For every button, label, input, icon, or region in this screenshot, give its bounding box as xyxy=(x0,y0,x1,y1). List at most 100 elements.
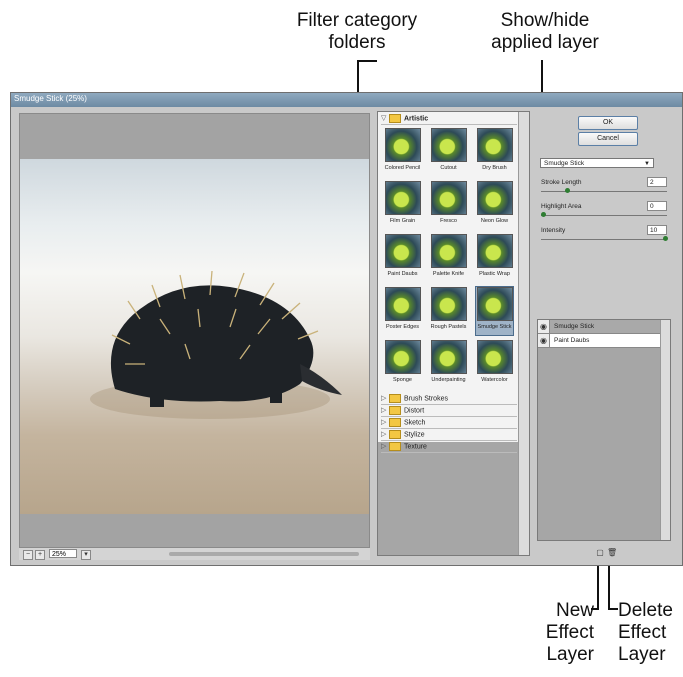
filter-thumbnail-image xyxy=(476,128,513,162)
leader-line-folders-top xyxy=(357,60,377,62)
effect-layer-label: Paint Daubs xyxy=(554,337,590,344)
filter-thumbnail-image xyxy=(384,181,421,215)
folder-label: Artistic xyxy=(404,115,429,123)
filter-thumbnail-image xyxy=(430,287,467,321)
filter-thumbnail[interactable]: Paint Daubs xyxy=(384,234,421,282)
filter-thumbnail-image xyxy=(476,234,513,268)
param-highlight-area: Highlight Area 0 xyxy=(541,201,669,223)
eye-icon[interactable]: ◉ xyxy=(538,320,550,333)
filter-thumbnail[interactable]: Colored Pencil xyxy=(384,128,421,176)
title-bar: Smudge Stick (25%) xyxy=(11,93,682,107)
folder-icon xyxy=(389,394,401,403)
preview-photo xyxy=(20,159,369,514)
folder-icon xyxy=(389,418,401,427)
leader-line-new xyxy=(597,560,599,610)
folder-icon xyxy=(389,430,401,439)
filter-thumbnail-label: Colored Pencil xyxy=(384,165,421,171)
param-value-input[interactable]: 0 xyxy=(647,201,667,211)
chevron-down-icon: ▾ xyxy=(84,551,88,558)
expand-triangle-icon: ▽ xyxy=(381,115,387,123)
delete-effect-layer-button[interactable]: 🗑 xyxy=(607,548,617,557)
filter-thumbnail[interactable]: Plastic Wrap xyxy=(476,234,513,282)
chevron-down-icon: ▼ xyxy=(644,161,650,167)
effect-layer-row[interactable]: ◉ Smudge Stick xyxy=(538,320,662,334)
filter-thumbnail-label: Poster Edges xyxy=(385,324,420,330)
filter-thumbnail-image xyxy=(430,181,467,215)
callout-delete-effect-layer: Delete Effect Layer xyxy=(618,600,673,665)
filter-thumbnail[interactable]: Film Grain xyxy=(384,181,421,229)
horizontal-scrollbar[interactable] xyxy=(169,552,359,556)
image-preview[interactable] xyxy=(19,113,370,548)
filter-thumbnail[interactable]: Neon Glow xyxy=(476,181,513,229)
folder-sketch[interactable]: ▷ Sketch xyxy=(381,418,517,429)
zoom-level-select[interactable]: 25% xyxy=(49,549,77,558)
param-slider-knob[interactable] xyxy=(541,212,546,217)
param-value-input[interactable]: 2 xyxy=(647,177,667,187)
window-title: Smudge Stick (25%) xyxy=(14,94,87,103)
filter-thumbnail[interactable]: Sponge xyxy=(384,340,421,388)
filter-thumbnail-label: Paint Daubs xyxy=(387,271,418,277)
filter-thumbnail[interactable]: Dry Brush xyxy=(476,128,513,176)
filter-thumbnail-label: Underpainting xyxy=(431,377,466,383)
folder-artistic[interactable]: ▽ Artistic xyxy=(381,114,517,125)
new-effect-layer-button[interactable]: ▢ xyxy=(596,548,604,557)
collapse-triangle-icon: ▷ xyxy=(381,443,387,451)
callout-filter-category-folders: Filter category folders xyxy=(296,10,418,53)
zoom-out-button[interactable]: − xyxy=(23,550,33,560)
filter-thumbnail[interactable]: Watercolor xyxy=(476,340,513,388)
collapse-triangle-icon: ▷ xyxy=(381,431,387,439)
folder-label: Distort xyxy=(404,407,425,415)
filter-thumbnail-label: Smudge Stick xyxy=(477,324,512,330)
filter-thumbnail[interactable]: Fresco xyxy=(430,181,467,229)
leader-line-delete xyxy=(608,560,610,610)
param-value-input[interactable]: 10 xyxy=(647,225,667,235)
layer-list-scrollbar[interactable] xyxy=(660,320,670,540)
filter-thumbnail[interactable]: Rough Pastels xyxy=(430,287,467,335)
folder-distort[interactable]: ▷ Distort xyxy=(381,406,517,417)
folder-icon xyxy=(389,442,401,451)
zoom-dropdown-button[interactable]: ▾ xyxy=(81,550,91,560)
filter-thumbnail[interactable]: Cutout xyxy=(430,128,467,176)
minus-icon: − xyxy=(25,551,31,558)
eye-icon[interactable]: ◉ xyxy=(538,334,550,347)
filter-thumbnail[interactable]: Palette Knife xyxy=(430,234,467,282)
filter-thumbnail[interactable]: Smudge Stick xyxy=(475,286,514,336)
filter-thumbnail-label: Cutout xyxy=(440,165,457,171)
filter-thumbnail-image xyxy=(430,234,467,268)
zoom-in-button[interactable]: + xyxy=(35,550,45,560)
filter-list: ▽ Artistic Colored Pencil Cutout Dry Brush F… xyxy=(378,112,519,453)
leader-line-delete-h xyxy=(608,608,618,610)
filter-thumbnail[interactable]: Underpainting xyxy=(430,340,467,388)
filter-thumbnail-label: Rough Pastels xyxy=(430,324,467,330)
filter-thumbnail-image xyxy=(384,287,421,321)
folder-brush-strokes[interactable]: ▷ Brush Strokes xyxy=(381,394,517,405)
folder-stylize[interactable]: ▷ Stylize xyxy=(381,430,517,441)
filter-thumbnail-image xyxy=(384,340,421,374)
effect-layer-row[interactable]: ◉ Paint Daubs xyxy=(538,334,662,348)
filter-thumbnail-label: Film Grain xyxy=(389,218,416,224)
folder-texture[interactable]: ▷ Texture xyxy=(381,442,517,453)
echidna-image xyxy=(90,270,342,419)
folder-icon xyxy=(389,406,401,415)
cancel-button[interactable]: Cancel xyxy=(578,132,638,146)
param-slider-knob[interactable] xyxy=(663,236,668,241)
filter-thumbnail-label: Dry Brush xyxy=(482,165,507,171)
param-slider-track[interactable] xyxy=(541,191,667,192)
filter-thumbnail-label: Plastic Wrap xyxy=(479,271,510,277)
param-slider-knob[interactable] xyxy=(565,188,571,193)
param-slider-track[interactable] xyxy=(541,215,667,216)
collapse-triangle-icon: ▷ xyxy=(381,407,387,415)
param-label: Intensity xyxy=(541,227,566,234)
param-slider-track[interactable] xyxy=(541,239,667,240)
preview-status-bar: − + 25% ▾ xyxy=(19,548,370,560)
ok-button[interactable]: OK xyxy=(578,116,638,130)
filter-select[interactable]: Smudge Stick ▼ xyxy=(540,158,654,168)
folder-icon xyxy=(389,114,401,123)
filter-thumbnail-image xyxy=(430,128,467,162)
new-effect-layer-icon: ▢ xyxy=(596,548,604,557)
plus-icon: + xyxy=(37,551,43,558)
filter-list-scrollbar[interactable] xyxy=(518,112,529,555)
filter-thumbnail[interactable]: Poster Edges xyxy=(384,287,421,335)
filter-thumbnail-image xyxy=(384,128,421,162)
collapse-triangle-icon: ▷ xyxy=(381,395,387,403)
